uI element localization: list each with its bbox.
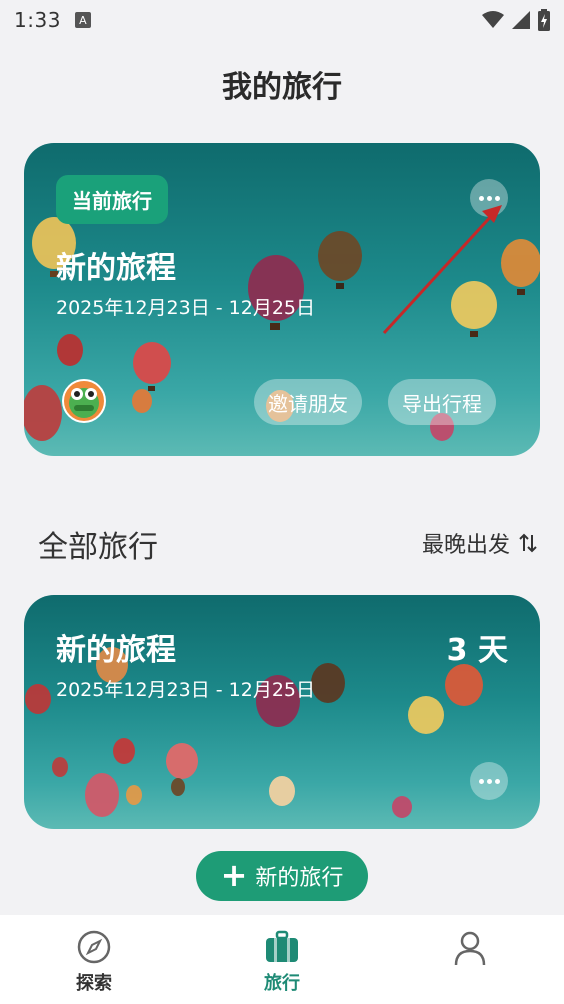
status-bar: 1:33 A: [0, 0, 564, 40]
trip-more-options-button[interactable]: [470, 762, 508, 800]
new-trip-label: 新的旅行: [255, 866, 344, 891]
more-dots-icon: [478, 778, 484, 784]
tab-explore[interactable]: 探索: [0, 915, 188, 1004]
tab-profile[interactable]: [376, 915, 564, 1004]
tab-trips[interactable]: 旅行: [188, 915, 376, 1004]
signal-icon: [512, 11, 530, 29]
current-trip-card[interactable]: 当前旅行 新的旅程 2025年12月23日 - 12月25日 邀请朋友 导出行程: [24, 143, 540, 456]
sort-button[interactable]: 最晚出发: [422, 527, 538, 559]
new-trip-button[interactable]: + 新的旅行: [196, 851, 368, 901]
sort-icon: [519, 533, 537, 553]
plus-icon: +: [220, 855, 248, 894]
sort-label: 最晚出发: [421, 533, 510, 558]
notification-icon: A: [74, 12, 91, 28]
page-title: 我的旅行: [222, 70, 342, 105]
status-time: 1:33: [14, 8, 61, 32]
more-dots-icon: [478, 195, 484, 201]
tab-label: 探索: [76, 973, 112, 994]
section-title-all-trips: 全部旅行: [38, 530, 158, 565]
battery-icon: [538, 9, 550, 31]
profile-icon: [454, 931, 486, 966]
trip-list-item[interactable]: 新的旅程 3 天 2025年12月23日 - 12月25日: [24, 595, 540, 829]
export-itinerary-button[interactable]: 导出行程: [388, 379, 496, 425]
status-icons: [482, 9, 550, 31]
bottom-tab-bar: 探索 旅行: [0, 915, 564, 1004]
current-trip-badge: 当前旅行: [56, 175, 168, 224]
current-trip-dates: 2025年12月23日 - 12月25日: [56, 297, 315, 319]
trip-duration: 3 天: [446, 633, 508, 668]
invite-friends-button[interactable]: 邀请朋友: [254, 379, 362, 425]
trip-title: 新的旅程: [56, 633, 176, 668]
compass-icon: [77, 930, 111, 964]
trip-dates: 2025年12月23日 - 12月25日: [56, 679, 315, 701]
tab-label: 旅行: [264, 973, 300, 994]
more-options-button[interactable]: [470, 179, 508, 217]
avatar[interactable]: [62, 379, 106, 423]
wifi-icon: [482, 11, 504, 28]
suitcase-icon: [266, 930, 298, 962]
current-trip-title: 新的旅程: [56, 251, 176, 286]
frog-avatar-icon: [69, 388, 99, 418]
